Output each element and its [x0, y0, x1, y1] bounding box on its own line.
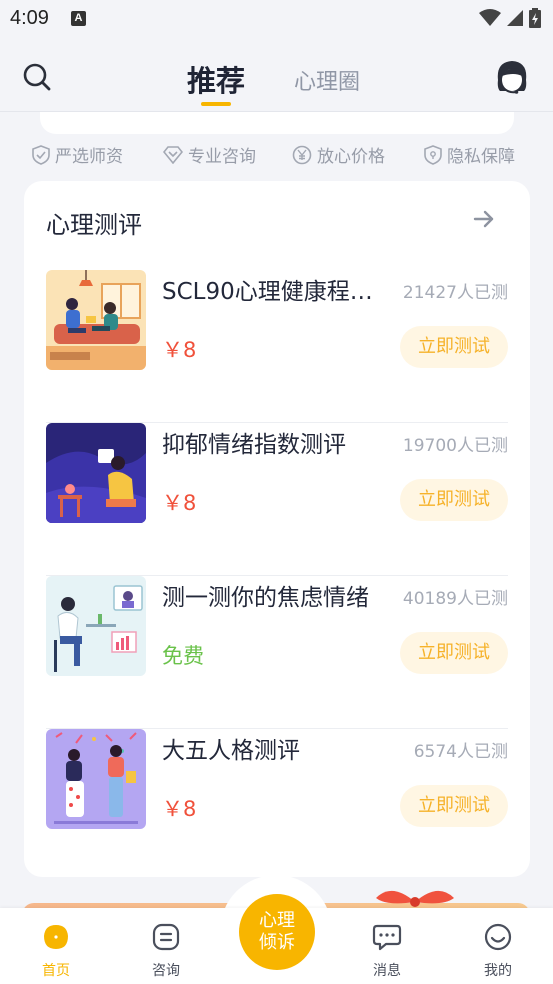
- feature-label: 专业咨询: [188, 147, 256, 167]
- nav-home[interactable]: 首页: [26, 922, 86, 980]
- feature-reliable-price: 放心价格: [292, 142, 385, 167]
- assessment-item-price: ￥8: [162, 797, 197, 821]
- assessment-item-price: ￥8: [162, 338, 197, 362]
- nav-messages-label: 消息: [373, 963, 401, 979]
- tab-recommend[interactable]: 推荐: [187, 58, 245, 100]
- feature-label: 严选师资: [55, 147, 123, 167]
- customer-service-button[interactable]: [494, 58, 530, 96]
- assessment-thumbnail: [46, 270, 146, 370]
- wifi-icon: [479, 9, 501, 26]
- feature-label: 隐私保障: [447, 147, 515, 167]
- assessment-item-count: 21427人已测: [402, 283, 508, 303]
- feature-strict-teachers: 严选师资: [32, 142, 123, 167]
- shield-check-icon: [32, 144, 50, 165]
- assessment-item-price: 免费: [162, 644, 204, 668]
- top-header: 推荐 心理圈: [0, 38, 553, 112]
- customer-service-avatar-icon: [497, 61, 527, 94]
- feature-badges: 严选师资 专业咨询 放心价格 隐私保障: [0, 142, 553, 172]
- battery-icon: [529, 8, 541, 28]
- signal-icon: [507, 10, 523, 26]
- start-test-button[interactable]: 立即测试: [400, 326, 508, 368]
- nav-consult[interactable]: 咨询: [136, 922, 196, 980]
- arrow-right-icon: [473, 210, 494, 228]
- header-tabs: 推荐 心理圈: [0, 38, 553, 112]
- status-time: 4:09: [10, 7, 49, 29]
- status-bar: 4:09 A: [0, 0, 553, 38]
- assessment-item-title: 大五人格测评: [162, 738, 300, 764]
- assessment-item-count: 6574人已测: [413, 742, 508, 762]
- assessment-thumbnail: [46, 576, 146, 676]
- assessment-item-count: 40189人已测: [402, 589, 508, 609]
- assessment-more-button[interactable]: [472, 208, 496, 230]
- nav-home-label: 首页: [42, 963, 70, 979]
- home-icon: [44, 925, 68, 949]
- status-icons: [479, 8, 541, 28]
- tab-psychology-circle[interactable]: 心理圈: [294, 64, 360, 96]
- start-test-button[interactable]: 立即测试: [400, 479, 508, 521]
- people-sofa-illustration: [46, 270, 146, 370]
- assessment-item-big-five[interactable]: 大五人格测评 6574人已测 ￥8 立即测试: [46, 729, 508, 882]
- feature-label: 放心价格: [317, 147, 385, 167]
- message-icon: [372, 924, 402, 951]
- assessment-section-title: 心理测评: [46, 211, 142, 239]
- assessment-item-scl90[interactable]: SCL90心理健康程度测评 21427人已测 ￥8 立即测试: [46, 270, 508, 423]
- assessment-item-title: 抑郁情绪指数测评: [162, 432, 346, 458]
- assessment-item-title: 测一测你的焦虑情绪: [162, 585, 369, 611]
- assessment-item-anxiety[interactable]: 测一测你的焦虑情绪 40189人已测 免费 立即测试: [46, 576, 508, 729]
- assessment-item-title: SCL90心理健康程度测评: [162, 279, 390, 305]
- assessment-item-count: 19700人已测: [402, 436, 508, 456]
- confide-center-button[interactable]: 心理 倾诉: [239, 894, 315, 970]
- consult-icon: [152, 923, 180, 951]
- confide-line1: 心理: [259, 910, 295, 931]
- anxious-person-illustration: [46, 576, 146, 676]
- feature-professional-consult: 专业咨询: [163, 142, 256, 167]
- start-test-button[interactable]: 立即测试: [400, 785, 508, 827]
- assessment-thumbnail: [46, 423, 146, 523]
- yen-coin-icon: [292, 145, 312, 164]
- smile-profile-icon: [484, 923, 512, 951]
- notification-a-icon: A: [71, 11, 86, 26]
- tab-active-indicator: [201, 102, 231, 106]
- confide-line2: 倾诉: [259, 932, 295, 953]
- nav-messages[interactable]: 消息: [357, 922, 417, 980]
- nav-profile[interactable]: 我的: [468, 922, 528, 980]
- assessment-item-price: ￥8: [162, 491, 197, 515]
- night-reading-illustration: [46, 423, 146, 523]
- diamond-icon: [163, 145, 183, 164]
- nav-profile-label: 我的: [484, 963, 512, 979]
- banner-card-edge: [40, 112, 514, 134]
- assessment-item-depression[interactable]: 抑郁情绪指数测评 19700人已测 ￥8 立即测试: [46, 423, 508, 576]
- feature-privacy-protection: 隐私保障: [424, 142, 515, 167]
- assessment-card: 心理测评 SCL90心理健康程度测评: [24, 181, 530, 877]
- party-people-illustration: [46, 729, 146, 829]
- lock-shield-icon: [424, 144, 442, 165]
- nav-consult-label: 咨询: [152, 963, 180, 979]
- assessment-thumbnail: [46, 729, 146, 829]
- gift-bow-icon: [376, 890, 454, 907]
- start-test-button[interactable]: 立即测试: [400, 632, 508, 674]
